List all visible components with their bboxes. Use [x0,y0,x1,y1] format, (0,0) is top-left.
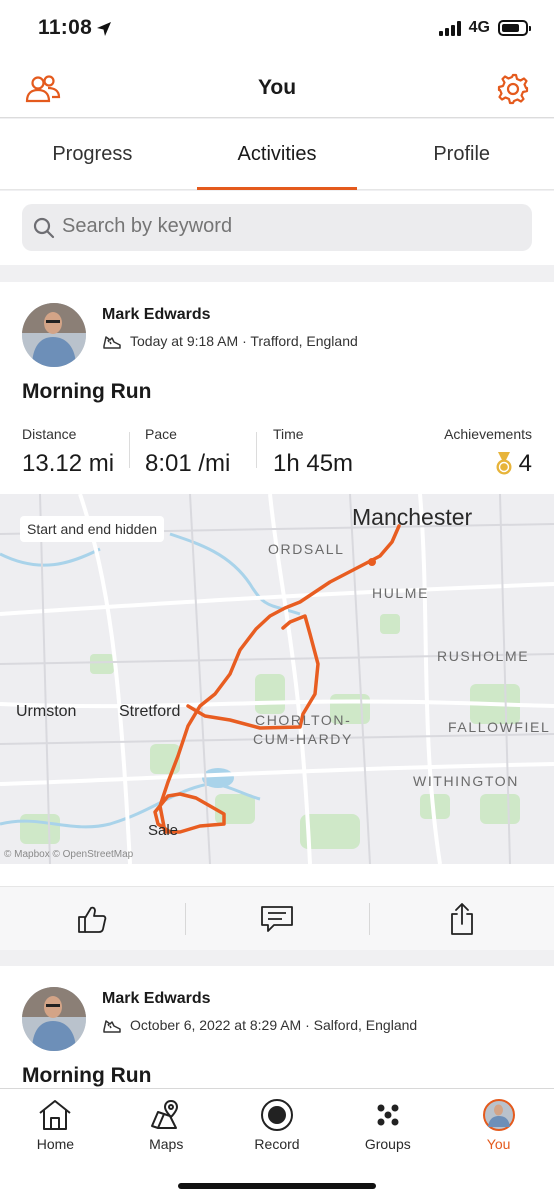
thumbs-up-icon [78,906,107,933]
avatar-icon [481,1097,517,1133]
map-label-stretford: Stretford [119,703,181,720]
map-label-fallowfield: FALLOWFIEL [448,719,551,735]
activity-date-location: October 6, 2022 at 8:29 AM · Salford, En… [130,1017,418,1033]
gear-icon[interactable] [496,72,530,106]
share-icon [450,902,473,935]
medal-icon [496,452,512,475]
kudos-button[interactable] [0,887,185,950]
map-attribution[interactable]: © Mapbox © OpenStreetMap [4,849,133,860]
status-time: 11:08 [38,16,93,39]
map-label-rusholme: RUSHOLME [437,648,530,664]
home-indicator[interactable] [178,1183,376,1189]
status-bar: 11:08 4G [0,0,554,60]
map-label-urmston: Urmston [16,703,77,720]
map-label-chorlton: CHORLTON- [255,712,352,728]
divider [256,432,257,468]
signal-icon [438,20,461,36]
search-icon [33,217,55,239]
stat-achievements[interactable]: Achievements 4 [444,426,532,478]
groups-icon [370,1097,406,1133]
nav-maps-label: Maps [149,1136,184,1152]
map-label-ordsall: ORDSALL [268,541,345,557]
tab-activities[interactable]: Activities [185,119,370,190]
tab-bar: Progress Activities Profile [0,119,554,190]
share-button[interactable] [369,887,554,950]
activity-meta: Today at 9:18 AM · Trafford, England [102,332,358,350]
activity-meta: October 6, 2022 at 8:29 AM · Salford, En… [102,1016,417,1034]
pace-label: Pace [145,426,177,442]
activity-actions [0,886,554,950]
map-label-sale: Sale [148,822,179,839]
network-type: 4G [468,19,490,36]
time-value: 1h 45m [273,450,354,477]
map-label-withington: WITHINGTON [413,773,519,789]
search-bar[interactable] [22,204,532,251]
location-arrow-icon [97,22,111,36]
home-icon [37,1097,73,1133]
stat-time: Time 1h 45m [273,426,353,478]
nav-record-label: Record [254,1136,300,1152]
athlete-name[interactable]: Mark Edwards [102,990,210,1008]
achievements-label: Achievements [444,426,532,442]
activity-stats: Distance 13.12 mi Pace 8:01 /mi Time 1h … [22,426,532,486]
route-marker [368,558,376,566]
nav-you[interactable]: You [443,1089,554,1200]
nav-you-label: You [486,1136,511,1152]
route-map[interactable]: Start and end hidden Manchester ORDSALL … [0,494,554,864]
avatar-image [22,987,86,1051]
search-section [0,191,554,265]
tab-progress[interactable]: Progress [0,119,185,189]
activity-title[interactable]: Morning Run [22,1064,151,1088]
nav-groups-label: Groups [364,1136,411,1152]
stat-pace: Pace 8:01 /mi [145,426,230,478]
nav-home[interactable]: Home [0,1089,111,1200]
top-header: You [0,60,554,118]
divider [129,432,130,468]
search-input[interactable] [62,215,502,238]
stat-distance: Distance 13.12 mi [22,426,114,478]
athlete-avatar[interactable] [22,303,86,367]
comment-button[interactable] [184,887,370,950]
athlete-avatar[interactable] [22,987,86,1051]
activity-card[interactable]: Mark Edwards Today at 9:18 AM · Trafford… [0,282,554,950]
map-lake [202,768,234,788]
map-label-hulme: HULME [372,585,430,601]
activity-title[interactable]: Morning Run [22,380,151,404]
privacy-badge: Start and end hidden [20,516,164,542]
shoe-icon [103,1020,121,1033]
activity-card[interactable]: Mark Edwards October 6, 2022 at 8:29 AM … [0,966,554,1096]
page-title: You [257,76,297,99]
map-pin-icon [148,1097,184,1133]
record-icon [259,1097,295,1133]
distance-label: Distance [22,426,77,442]
map-label-manchester: Manchester [352,504,473,530]
activity-date-location: Today at 9:18 AM · Trafford, England [130,333,358,349]
achievements-value-row: 4 [444,450,532,478]
achievements-count: 4 [518,450,532,477]
avatar-image [22,303,86,367]
comment-icon [261,905,293,932]
battery-icon [498,20,531,36]
shoe-icon [103,336,121,349]
map-label-cum-hardy: CUM-HARDY [253,731,353,747]
tab-profile[interactable]: Profile [369,119,554,189]
time-label: Time [273,426,304,442]
pace-value: 8:01 /mi [145,450,231,477]
distance-value: 13.12 mi [22,450,115,477]
athlete-name[interactable]: Mark Edwards [102,306,210,324]
status-indicators: 4G [438,19,531,37]
nav-home-label: Home [36,1136,75,1152]
